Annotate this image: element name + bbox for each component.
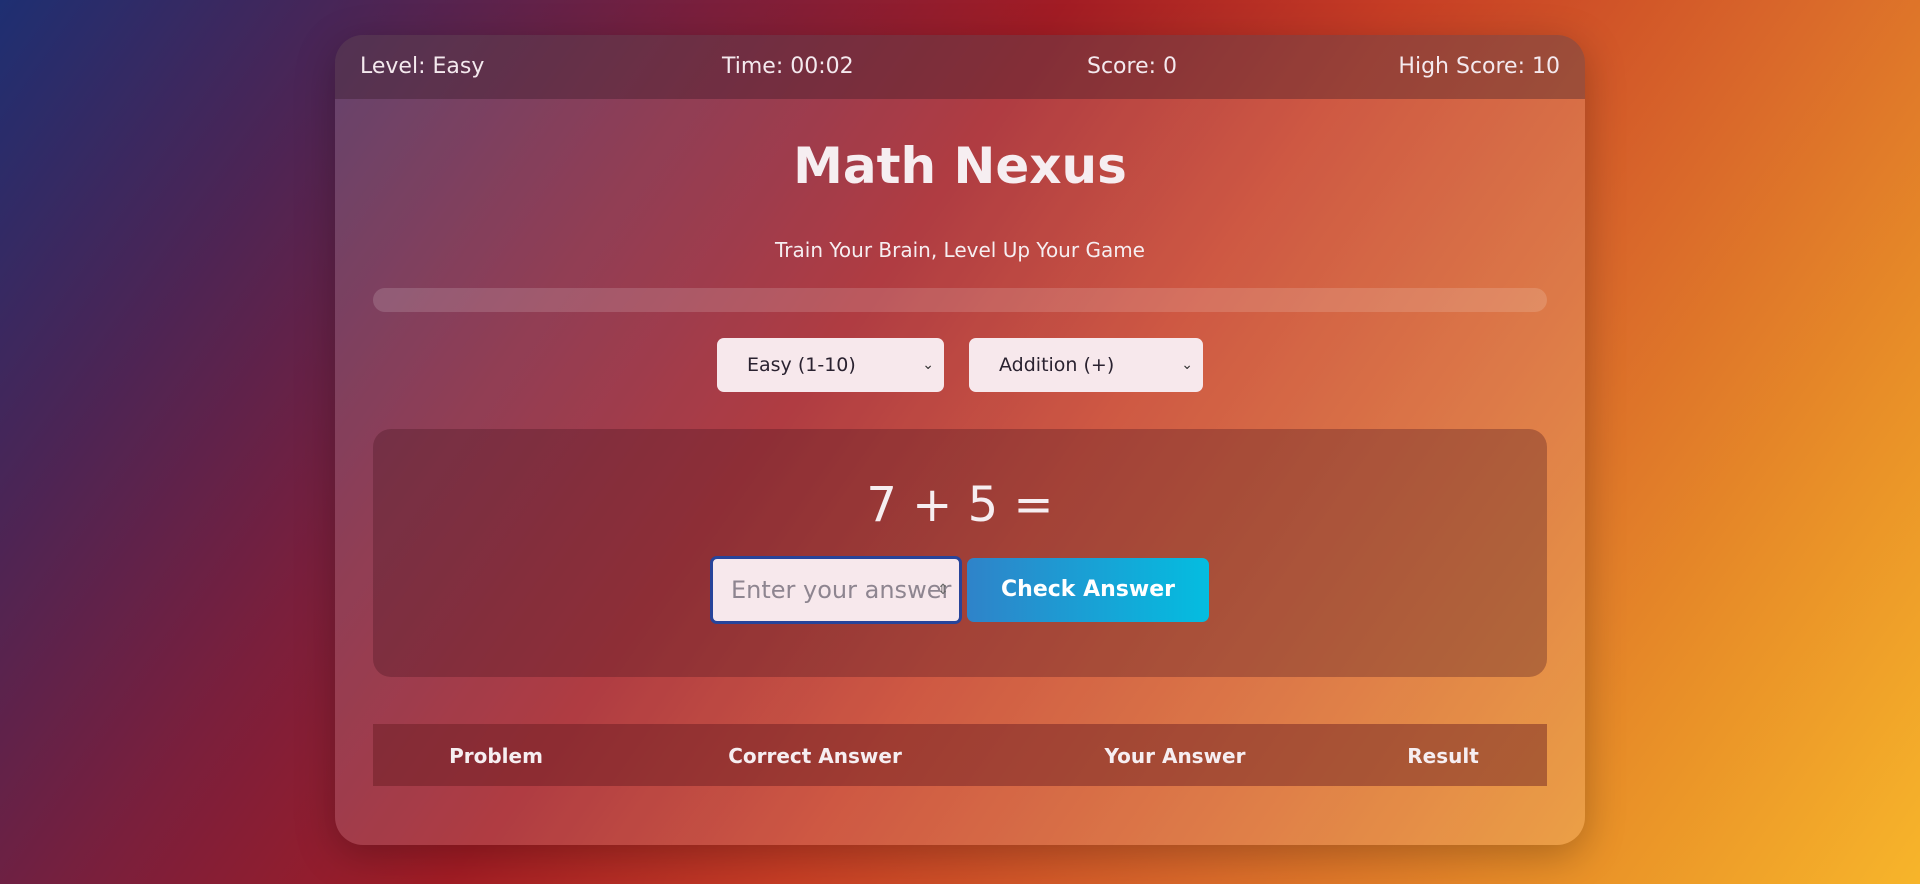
chevron-down-icon: ⌄ [922,357,934,373]
operation-select-value: Addition (+) [999,354,1115,376]
column-header-correct-answer: Correct Answer [728,744,902,768]
column-header-result: Result [1407,744,1479,768]
column-header-your-answer: Your Answer [1104,744,1246,768]
answer-input[interactable]: Enter your answer ⇕ [710,556,962,624]
page-title: Math Nexus [793,137,1127,195]
problem-panel: 7 + 5 = Enter your answer ⇕ Check Answer [373,429,1547,677]
progress-bar [373,288,1547,312]
check-answer-button[interactable]: Check Answer [967,558,1209,622]
history-table-header: Problem Correct Answer Your Answer Resul… [373,724,1547,786]
status-bar: Level: Easy Time: 00:02 Score: 0 High Sc… [335,35,1585,99]
high-score: High Score: 10 [1398,54,1560,79]
page-subtitle: Train Your Brain, Level Up Your Game [775,238,1145,262]
spinner-icon[interactable]: ⇕ [937,559,949,621]
score: Score: 0 [1087,54,1178,79]
timer: Time: 00:02 [722,54,854,79]
chevron-down-icon: ⌄ [1181,357,1193,373]
level-indicator: Level: Easy [360,54,485,79]
problem-expression: 7 + 5 = [866,477,1054,533]
difficulty-select-value: Easy (1-10) [747,354,856,376]
game-card: Level: Easy Time: 00:02 Score: 0 High Sc… [335,35,1585,845]
column-header-problem: Problem [449,744,543,768]
difficulty-select[interactable]: Easy (1-10) ⌄ [717,338,944,392]
operation-select[interactable]: Addition (+) ⌄ [969,338,1203,392]
answer-placeholder: Enter your answer [731,576,952,604]
